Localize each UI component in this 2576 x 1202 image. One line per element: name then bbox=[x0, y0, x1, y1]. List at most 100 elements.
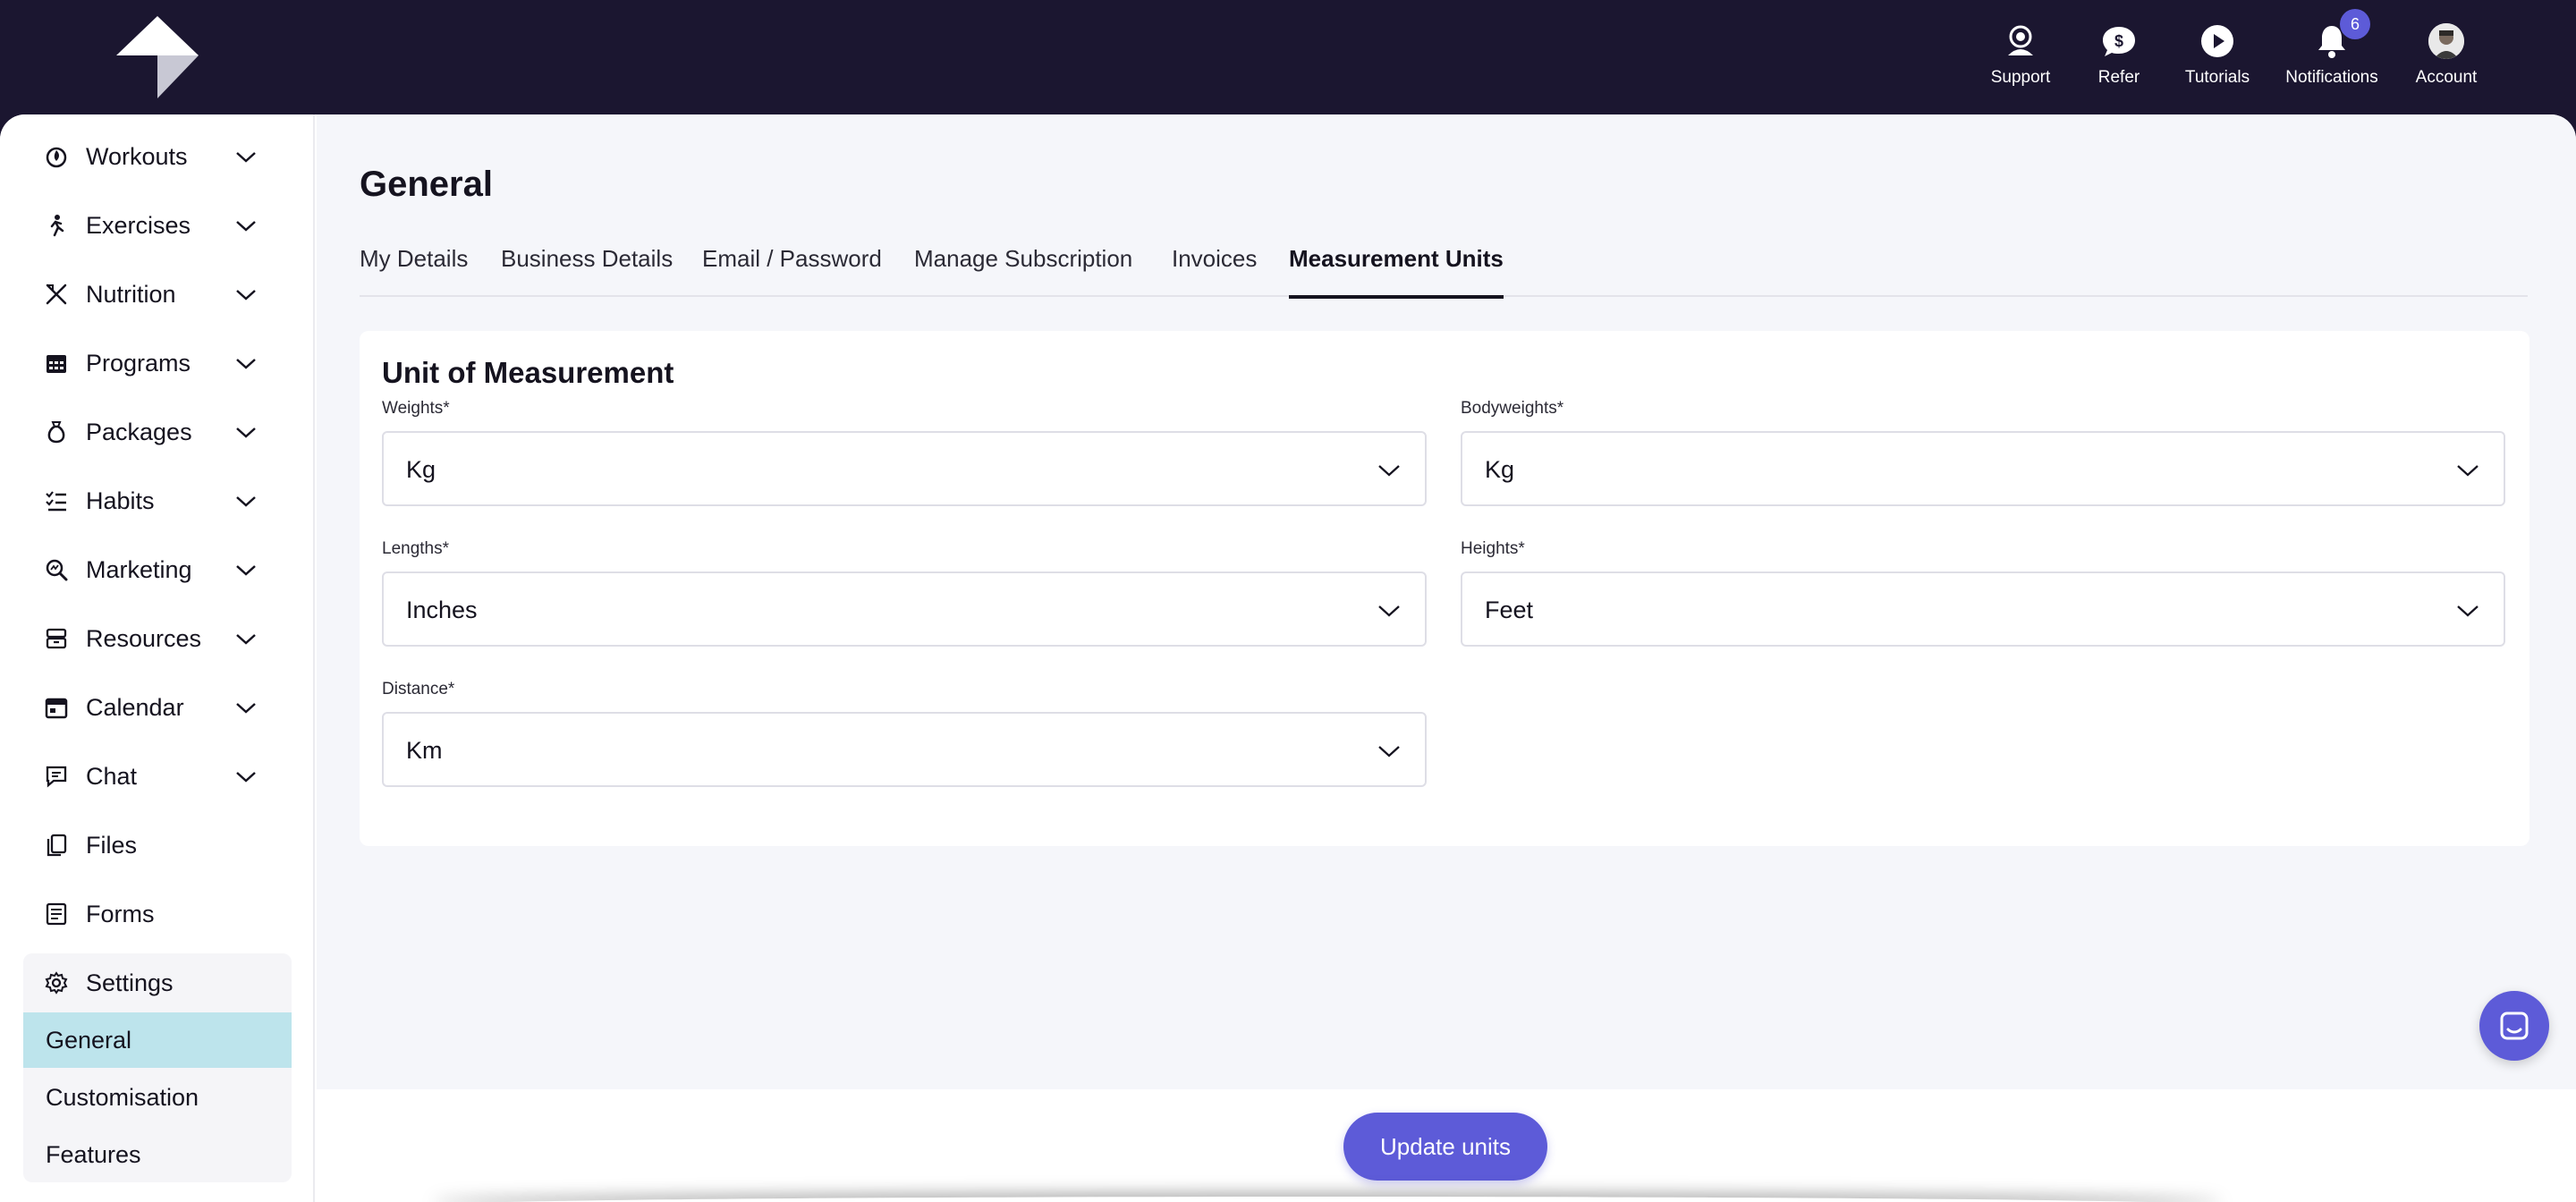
weights-select[interactable]: Kg bbox=[382, 431, 1427, 506]
sidebar-subitem-general[interactable]: General bbox=[23, 1012, 292, 1068]
heights-label: Heights* bbox=[1461, 539, 1525, 558]
calendar-grid-icon bbox=[43, 350, 70, 377]
chevron-down-icon bbox=[236, 359, 256, 369]
sidebar-item-label: Chat bbox=[86, 762, 138, 790]
sidebar-item-label: Exercises bbox=[86, 211, 191, 239]
notifications-button[interactable]: Notifications 6 bbox=[2267, 9, 2397, 95]
chevron-down-icon bbox=[236, 221, 256, 232]
sidebar-item-forms[interactable]: Forms bbox=[43, 892, 267, 936]
svg-text:$: $ bbox=[2114, 32, 2123, 50]
brand-logo[interactable] bbox=[114, 14, 200, 100]
sidebar-item-label: Packages bbox=[86, 418, 192, 445]
tutorials-button[interactable]: Tutorials bbox=[2168, 20, 2267, 95]
chevron-down-icon bbox=[236, 565, 256, 576]
weights-value: Kg bbox=[406, 456, 436, 483]
magnifier-icon bbox=[43, 556, 70, 583]
sidebar-item-calendar[interactable]: Calendar bbox=[43, 685, 267, 730]
card-title: Unit of Measurement bbox=[382, 356, 674, 389]
page-title: General bbox=[360, 165, 493, 204]
sidebar-item-nutrition[interactable]: Nutrition bbox=[43, 272, 267, 317]
weights-label: Weights* bbox=[382, 399, 450, 418]
sidebar-item-files[interactable]: Files bbox=[43, 823, 267, 868]
gear-icon bbox=[43, 969, 70, 996]
sidebar-item-marketing[interactable]: Marketing bbox=[43, 547, 267, 592]
support-label: Support bbox=[1990, 68, 2051, 87]
sidebar-item-label: Files bbox=[86, 831, 138, 859]
account-label: Account bbox=[2415, 68, 2478, 87]
sidebar-item-settings[interactable]: Settings bbox=[43, 961, 267, 1005]
sidebar-item-label: Habits bbox=[86, 487, 155, 514]
tab-invoices[interactable]: Invoices bbox=[1172, 245, 1257, 297]
sidebar-item-workouts[interactable]: Workouts bbox=[43, 134, 267, 179]
tab-measurement-units[interactable]: Measurement Units bbox=[1289, 245, 1504, 299]
sidebar-subitem-features[interactable]: Features bbox=[23, 1127, 292, 1182]
sidebar-item-label: Programs bbox=[86, 349, 191, 377]
utensils-icon bbox=[43, 281, 70, 308]
running-person-icon bbox=[43, 212, 70, 239]
tab-business-details[interactable]: Business Details bbox=[501, 245, 673, 297]
tab-bar: My Details Business Details Email / Pass… bbox=[360, 245, 2528, 299]
checklist-icon bbox=[43, 487, 70, 514]
chevron-down-icon bbox=[236, 427, 256, 438]
chevron-down-icon bbox=[236, 290, 256, 300]
update-units-button[interactable]: Update units bbox=[1343, 1113, 1547, 1181]
main-content: General My Details Business Details Emai… bbox=[317, 114, 2576, 1089]
refer-button[interactable]: $ Refer bbox=[2070, 20, 2168, 95]
sidebar-item-label: Forms bbox=[86, 900, 155, 927]
lengths-value: Inches bbox=[406, 597, 478, 623]
archive-icon bbox=[43, 625, 70, 652]
sidebar-item-label: Resources bbox=[86, 624, 202, 652]
refer-label: Refer bbox=[2097, 68, 2140, 87]
heights-select[interactable]: Feet bbox=[1461, 571, 2505, 647]
tab-manage-subscription[interactable]: Manage Subscription bbox=[914, 245, 1132, 297]
sidebar-item-resources[interactable]: Resources bbox=[43, 616, 267, 661]
chevron-down-icon bbox=[236, 496, 256, 507]
support-button[interactable]: Support bbox=[1971, 20, 2070, 95]
forms-icon bbox=[43, 901, 70, 927]
account-button[interactable]: Account bbox=[2397, 20, 2496, 95]
bottom-action-bar: Update units bbox=[317, 1089, 2576, 1202]
support-headset-icon bbox=[1999, 20, 2042, 63]
chevron-down-icon bbox=[1378, 605, 1400, 617]
heights-value: Feet bbox=[1485, 597, 1534, 623]
calendar-icon bbox=[43, 694, 70, 721]
bottom-shadow bbox=[433, 1197, 2222, 1202]
sidebar-item-label: Workouts bbox=[86, 142, 188, 170]
tab-my-details[interactable]: My Details bbox=[360, 245, 468, 297]
play-circle-icon bbox=[2196, 20, 2239, 63]
app-shell: Workouts Exercises Nutrition Programs Pa… bbox=[0, 114, 2576, 1202]
distance-label: Distance* bbox=[382, 680, 455, 698]
chevron-down-icon bbox=[1378, 746, 1400, 758]
sidebar-item-chat[interactable]: Chat bbox=[43, 754, 267, 799]
chevron-down-icon bbox=[236, 703, 256, 714]
bodyweights-value: Kg bbox=[1485, 456, 1515, 483]
chevron-down-icon bbox=[1378, 465, 1400, 477]
bodyweights-select[interactable]: Kg bbox=[1461, 431, 2505, 506]
files-icon bbox=[43, 832, 70, 859]
distance-select[interactable]: Km bbox=[382, 712, 1427, 787]
top-bar: Support $ Refer Tutorials Notifications … bbox=[0, 0, 2576, 114]
sidebar-item-exercises[interactable]: Exercises bbox=[43, 203, 267, 248]
refer-dollar-chat-icon: $ bbox=[2097, 20, 2140, 63]
workouts-icon bbox=[43, 143, 70, 170]
sidebar-item-programs[interactable]: Programs bbox=[43, 341, 267, 385]
sidebar-item-label: Marketing bbox=[86, 555, 192, 583]
chevron-down-icon bbox=[236, 634, 256, 645]
sidebar-item-packages[interactable]: Packages bbox=[43, 410, 267, 454]
sidebar-item-habits[interactable]: Habits bbox=[43, 478, 267, 523]
sidebar-item-label: Calendar bbox=[86, 693, 184, 721]
top-nav: Support $ Refer Tutorials Notifications … bbox=[1971, 9, 2496, 95]
lengths-select[interactable]: Inches bbox=[382, 571, 1427, 647]
notification-count-badge: 6 bbox=[2340, 9, 2370, 39]
bodyweights-label: Bodyweights* bbox=[1461, 399, 1564, 418]
chat-icon bbox=[43, 763, 70, 790]
avatar bbox=[2428, 23, 2464, 59]
sidebar-subitem-customisation[interactable]: Customisation bbox=[23, 1070, 292, 1125]
tab-email-password[interactable]: Email / Password bbox=[702, 245, 882, 297]
notifications-label: Notifications bbox=[2285, 68, 2378, 87]
distance-value: Km bbox=[406, 737, 443, 764]
chat-launcher-button[interactable] bbox=[2479, 991, 2549, 1061]
chevron-down-icon bbox=[2457, 465, 2479, 477]
lengths-label: Lengths* bbox=[382, 539, 450, 558]
sidebar-item-label: Nutrition bbox=[86, 280, 176, 308]
